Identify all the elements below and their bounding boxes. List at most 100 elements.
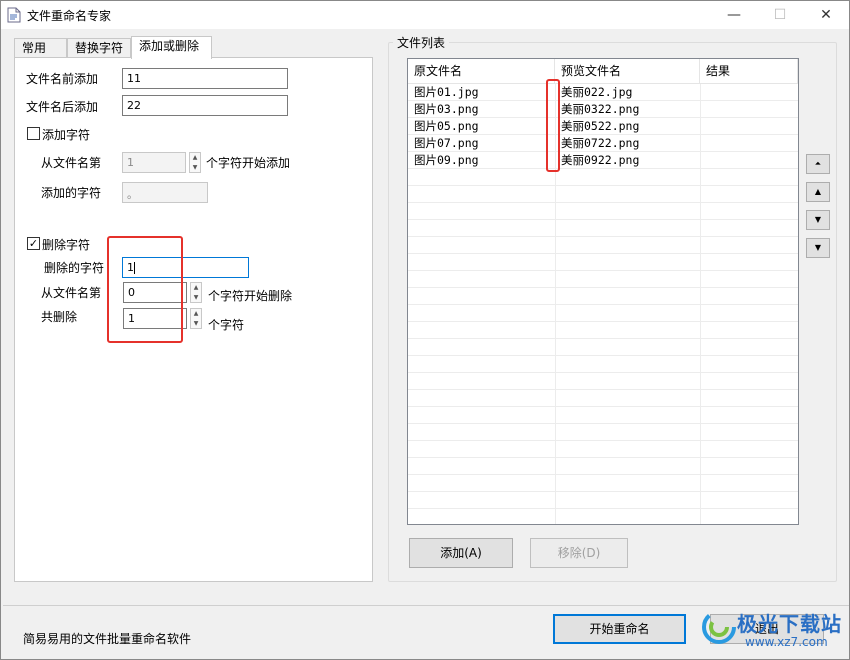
cell-original: 图片05.png <box>414 119 479 133</box>
watermark-brand: 极光下载站 <box>737 612 842 636</box>
table-row[interactable]: 图片05.png 美丽0522.png <box>408 118 798 135</box>
table-row[interactable]: 图片09.png 美丽0922.png <box>408 152 798 169</box>
add-files-button[interactable]: 添加(A) <box>409 538 513 568</box>
move-to-bottom-button[interactable]: ▼ <box>806 238 830 258</box>
add-from-pos-label: 从文件名第 <box>41 156 102 170</box>
empty-row <box>408 424 798 441</box>
cell-result <box>700 118 706 135</box>
stepper-down-icon[interactable]: ▼ <box>190 163 200 172</box>
remove-files-button[interactable]: 移除(D) <box>530 538 628 568</box>
table-row[interactable]: 图片01.jpg 美丽022.jpg <box>408 84 798 101</box>
suffix-label: 文件名后添加 <box>26 100 99 114</box>
file-list-view[interactable]: 原文件名 预览文件名 结果 图片01.jpg 美丽022.jpg 图片03.png 美… <box>407 58 799 525</box>
add-from-pos-input[interactable]: 1 <box>122 152 186 173</box>
watermark-logo: 极光下载站 www.xz7.com <box>699 603 849 659</box>
move-down-icon: ▼ <box>814 215 822 224</box>
empty-row <box>408 509 798 524</box>
status-text: 简易易用的文件批量重命名软件 <box>23 632 192 646</box>
total-delete-stepper[interactable]: ▲ ▼ <box>190 308 202 329</box>
empty-row <box>408 492 798 509</box>
stepper-up-icon[interactable]: ▲ <box>191 283 201 292</box>
empty-row <box>408 407 798 424</box>
move-down-button[interactable]: ▼ <box>806 210 830 230</box>
cell-original: 图片07.png <box>414 136 479 150</box>
tab-replace-chars[interactable]: 替换字符 <box>67 38 131 58</box>
cell-result <box>700 101 706 118</box>
delete-from-pos-suffix: 个字符开始删除 <box>208 289 293 303</box>
add-from-pos-stepper[interactable]: ▲ ▼ <box>189 152 201 173</box>
chars-to-add-label: 添加的字符 <box>41 186 102 200</box>
column-original-name[interactable]: 原文件名 <box>408 59 555 84</box>
move-up-button[interactable]: ▲ <box>806 182 830 202</box>
empty-row <box>408 441 798 458</box>
window-title: 文件重命名专家 <box>27 9 112 23</box>
move-to-top-button[interactable]: ⏶ <box>806 154 830 174</box>
cell-preview: 美丽022.jpg <box>561 85 633 99</box>
empty-row <box>408 254 798 271</box>
column-preview-name[interactable]: 预览文件名 <box>555 59 700 84</box>
title-bar[interactable]: 文件重命名专家 — ☐ ✕ <box>1 1 849 29</box>
move-to-bottom-icon: ▼ <box>814 243 822 252</box>
empty-row <box>408 237 798 254</box>
empty-row <box>408 339 798 356</box>
delete-from-pos-stepper[interactable]: ▲ ▼ <box>190 282 202 303</box>
tab-common[interactable]: 常用 <box>14 38 67 58</box>
empty-row <box>408 186 798 203</box>
empty-row <box>408 356 798 373</box>
cell-preview: 美丽0722.png <box>561 136 640 150</box>
start-rename-button[interactable]: 开始重命名 <box>553 614 686 644</box>
add-chars-checkbox[interactable] <box>27 127 40 140</box>
cell-original: 图片09.png <box>414 153 479 167</box>
empty-row <box>408 373 798 390</box>
empty-row <box>408 271 798 288</box>
stepper-up-icon[interactable]: ▲ <box>190 153 200 162</box>
total-delete-suffix: 个字符 <box>208 318 245 332</box>
highlight-box <box>107 236 183 343</box>
table-row[interactable]: 图片07.png 美丽0722.png <box>408 135 798 152</box>
cell-preview: 美丽0922.png <box>561 153 640 167</box>
column-result[interactable]: 结果 <box>700 59 798 84</box>
watermark-url: www.xz7.com <box>745 635 828 649</box>
close-button[interactable]: ✕ <box>803 1 849 29</box>
empty-row <box>408 458 798 475</box>
cell-preview: 美丽0322.png <box>561 102 640 116</box>
empty-row <box>408 475 798 492</box>
empty-row <box>408 203 798 220</box>
highlight-box <box>546 79 560 172</box>
cell-original: 图片01.jpg <box>414 85 479 99</box>
empty-row <box>408 322 798 339</box>
main-window: 文件重命名专家 — ☐ ✕ 常用 替换字符 添加或删除 文件名前添加 11 文件… <box>0 0 850 660</box>
delete-chars-label: 删除字符 <box>42 238 91 252</box>
stepper-down-icon[interactable]: ▼ <box>191 293 201 302</box>
add-from-pos-suffix: 个字符开始添加 <box>206 156 291 170</box>
empty-row <box>408 390 798 407</box>
stepper-up-icon[interactable]: ▲ <box>191 309 201 318</box>
watermark-swirl-icon <box>702 610 736 644</box>
add-chars-label: 添加字符 <box>42 128 91 142</box>
suffix-input[interactable]: 22 <box>122 95 288 116</box>
move-to-top-icon: ⏶ <box>814 159 822 168</box>
cell-result <box>700 84 706 101</box>
prefix-input[interactable]: 11 <box>122 68 288 89</box>
empty-row <box>408 220 798 237</box>
prefix-label: 文件名前添加 <box>26 72 99 86</box>
tab-add-or-delete[interactable]: 添加或删除 <box>131 36 212 59</box>
chars-to-add-input[interactable]: 。 <box>122 182 208 203</box>
cell-result <box>700 135 706 152</box>
file-list-title: 文件列表 <box>393 34 450 51</box>
cell-original: 图片03.png <box>414 102 479 116</box>
delete-chars-checkbox[interactable]: ✓ <box>27 237 40 250</box>
empty-row <box>408 305 798 322</box>
empty-row <box>408 288 798 305</box>
chars-to-delete-label: 删除的字符 <box>44 261 105 275</box>
delete-from-pos-label: 从文件名第 <box>41 286 102 300</box>
total-delete-label: 共删除 <box>41 310 78 324</box>
empty-row <box>408 169 798 186</box>
cell-preview: 美丽0522.png <box>561 119 640 133</box>
maximize-button[interactable]: ☐ <box>757 1 803 29</box>
list-header: 原文件名 预览文件名 结果 <box>408 59 798 84</box>
tab-panel-add-delete: 文件名前添加 11 文件名后添加 22 添加字符 从文件名第 1 ▲ ▼ 个字符… <box>14 57 373 582</box>
stepper-down-icon[interactable]: ▼ <box>191 319 201 328</box>
table-row[interactable]: 图片03.png 美丽0322.png <box>408 101 798 118</box>
minimize-button[interactable]: — <box>711 1 757 29</box>
